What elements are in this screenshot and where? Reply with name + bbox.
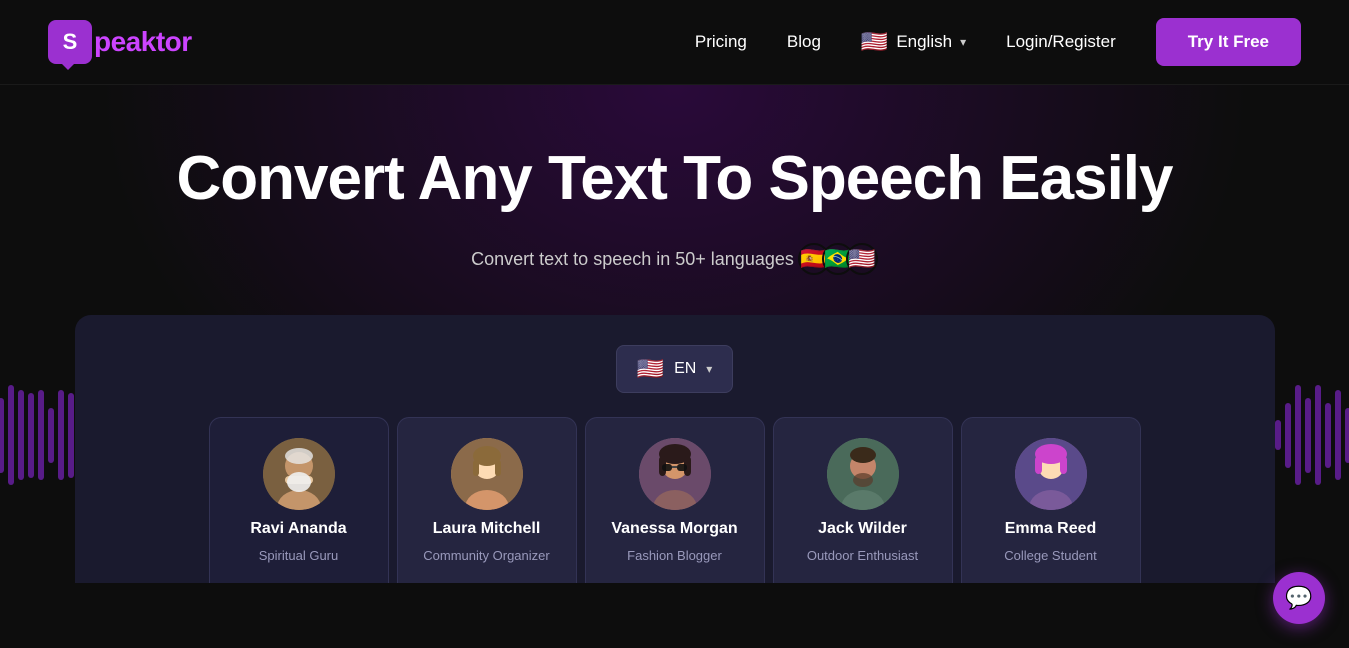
- wave-bar: [1285, 403, 1291, 468]
- hero-section: Convert Any Text To Speech Easily Conver…: [0, 85, 1349, 613]
- hero-title: Convert Any Text To Speech Easily: [48, 145, 1301, 213]
- wave-bar: [1335, 390, 1341, 480]
- voice-name-jack: Jack Wilder: [818, 520, 907, 538]
- avatar-ravi: [263, 438, 335, 510]
- chat-bubble-button[interactable]: 💬: [1273, 572, 1325, 624]
- app-preview-container: 🇺🇸 EN ▾: [48, 315, 1301, 583]
- logo-letter: S: [63, 29, 78, 55]
- app-preview: 🇺🇸 EN ▾: [75, 315, 1275, 583]
- avatar-vanessa: [639, 438, 711, 510]
- voice-cards-container: Ravi Ananda Spiritual Guru: [95, 417, 1255, 583]
- language-label: English: [896, 32, 952, 52]
- subtitle-text: Convert text to speech in 50+ languages: [471, 249, 794, 270]
- voice-role-ravi: Spiritual Guru: [259, 548, 338, 563]
- avatar-emma: [1015, 438, 1087, 510]
- wave-bar: [58, 390, 64, 480]
- app-flag-icon: 🇺🇸: [637, 356, 664, 382]
- wave-bar: [0, 398, 4, 473]
- navbar: S peaktor Pricing Blog 🇺🇸 English ▾ Logi…: [0, 0, 1349, 85]
- voice-role-jack: Outdoor Enthusiast: [807, 548, 918, 563]
- flag-usa: 🇺🇸: [846, 243, 878, 275]
- voice-role-emma: College Student: [1004, 548, 1097, 563]
- voice-name-vanessa: Vanessa Morgan: [611, 520, 737, 538]
- try-free-button[interactable]: Try It Free: [1156, 18, 1301, 66]
- wave-bar: [38, 390, 44, 480]
- wave-bar: [28, 393, 34, 478]
- voice-card-jack[interactable]: Jack Wilder Outdoor Enthusiast: [773, 417, 953, 583]
- flags-group: 🇪🇸 🇧🇷 🇺🇸: [806, 243, 878, 275]
- app-chevron-down-icon: ▾: [706, 362, 712, 376]
- voice-card-laura[interactable]: Laura Mitchell Community Organizer: [397, 417, 577, 583]
- voice-name-ravi: Ravi Ananda: [250, 520, 346, 538]
- wave-bar: [68, 393, 74, 478]
- voice-name-emma: Emma Reed: [1005, 520, 1097, 538]
- logo-icon: S: [48, 20, 92, 64]
- wave-bar: [18, 390, 24, 480]
- logo-text: peaktor: [94, 26, 192, 58]
- wave-bar: [8, 385, 14, 485]
- voice-card-ravi[interactable]: Ravi Ananda Spiritual Guru: [209, 417, 389, 583]
- app-language-code: EN: [674, 360, 696, 378]
- hero-subtitle: Convert text to speech in 50+ languages …: [48, 243, 1301, 275]
- voice-card-emma[interactable]: Emma Reed College Student: [961, 417, 1141, 583]
- chevron-down-icon: ▾: [960, 35, 966, 49]
- voice-card-vanessa[interactable]: Vanessa Morgan Fashion Blogger: [585, 417, 765, 583]
- wave-bar: [1325, 403, 1331, 468]
- flag-icon: 🇺🇸: [861, 29, 888, 55]
- language-dropdown-inner[interactable]: 🇺🇸 EN ▾: [616, 345, 734, 393]
- login-register-link[interactable]: Login/Register: [1006, 32, 1116, 52]
- wave-bar: [1275, 420, 1281, 450]
- wave-bar: [1295, 385, 1301, 485]
- avatar-laura: [451, 438, 523, 510]
- nav-links: Pricing Blog 🇺🇸 English ▾ Login/Register…: [695, 18, 1301, 66]
- pricing-link[interactable]: Pricing: [695, 32, 747, 52]
- language-selector[interactable]: 🇺🇸 English ▾: [861, 29, 966, 55]
- wave-bar: [48, 408, 54, 463]
- blog-link[interactable]: Blog: [787, 32, 821, 52]
- voice-role-laura: Community Organizer: [423, 548, 549, 563]
- logo[interactable]: S peaktor: [48, 20, 192, 64]
- voice-role-vanessa: Fashion Blogger: [627, 548, 722, 563]
- chat-icon: 💬: [1285, 585, 1312, 611]
- app-language-dropdown[interactable]: 🇺🇸 EN ▾: [95, 345, 1255, 393]
- voice-name-laura: Laura Mitchell: [433, 520, 541, 538]
- wave-bar: [1345, 408, 1349, 463]
- wave-bar: [1305, 398, 1311, 473]
- avatar-jack: [827, 438, 899, 510]
- wave-bar: [1315, 385, 1321, 485]
